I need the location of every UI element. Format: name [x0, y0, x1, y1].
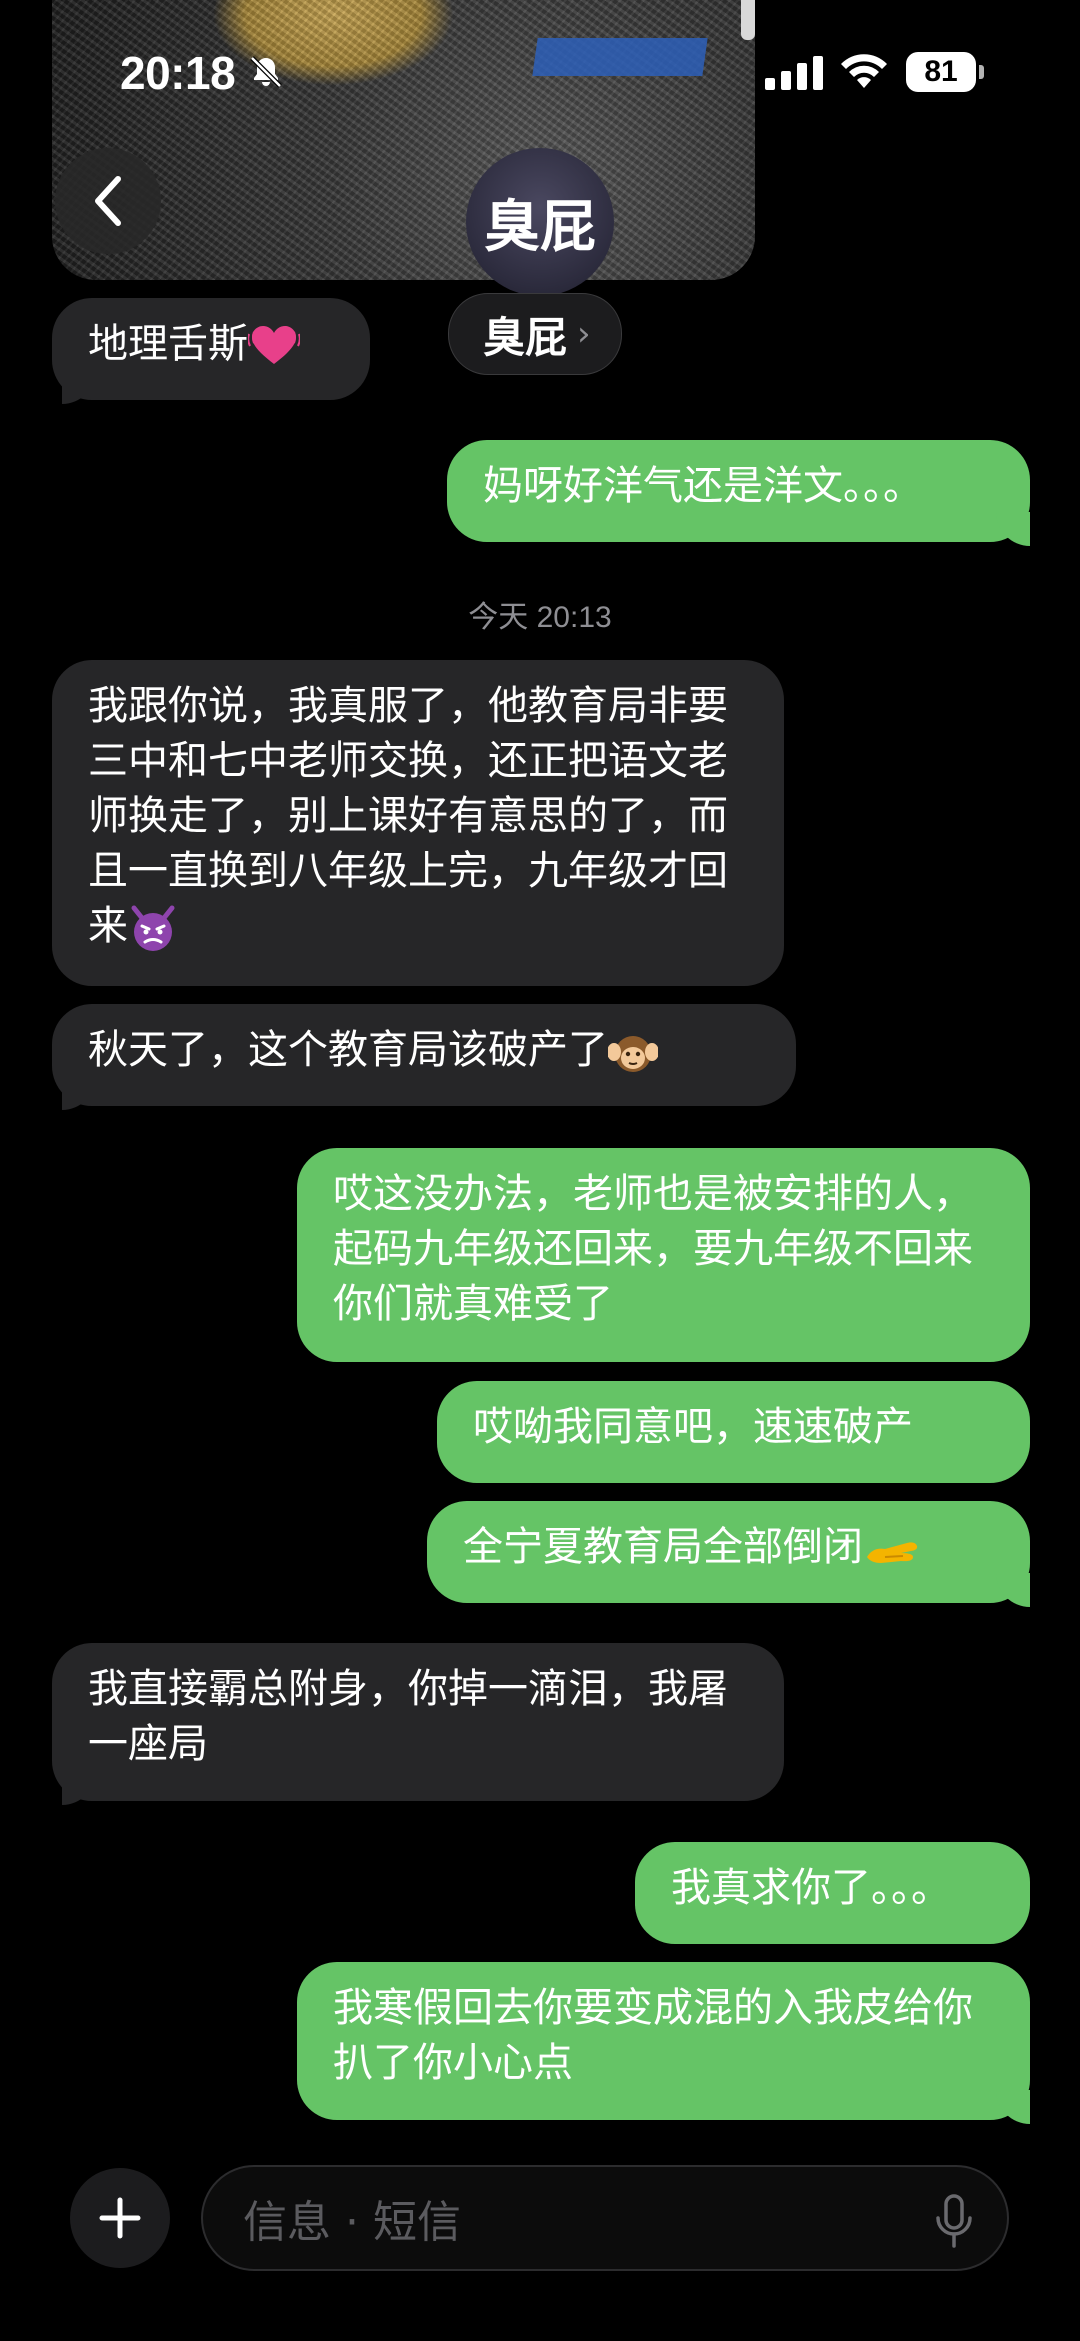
microphone-icon[interactable]	[934, 2194, 974, 2250]
palm-up-hand-emoji-icon	[867, 1542, 918, 1563]
hear-no-evil-monkey-emoji-icon	[608, 1036, 658, 1072]
battery-nub	[979, 65, 984, 79]
chevron-left-icon	[95, 176, 121, 226]
contact-name-button[interactable]: 臭屁 ›	[448, 293, 622, 375]
message-bubble-incoming[interactable]: 我跟你说，我真服了，他教育局非要三中和七中老师交换，还正把语文老师换走了，别上课…	[52, 660, 784, 986]
heart-emoji-icon	[248, 326, 300, 364]
bubble-tail	[996, 1573, 1030, 1607]
message-text: 我跟你说，我真服了，他教育局非要三中和七中老师交换，还正把语文老师换走了，别上课…	[88, 683, 728, 949]
battery-indicator: 81	[906, 52, 986, 92]
message-bubble-outgoing[interactable]: 哎呦我同意吧，速速破产	[437, 1381, 1030, 1483]
message-text: 全宁夏教育局全部倒闭	[463, 1524, 863, 1570]
contact-avatar[interactable]: 臭屁	[466, 148, 614, 296]
battery-level: 81	[906, 52, 976, 92]
add-attachment-button[interactable]	[70, 2168, 170, 2268]
bubble-tail	[996, 512, 1030, 546]
message-bubble-outgoing[interactable]: 我真求你了。。。	[635, 1842, 1030, 1944]
bubble-tail	[996, 2090, 1030, 2124]
status-bar: 20:18 81	[0, 0, 1080, 140]
message-input[interactable]: 信息 · 短信	[201, 2165, 1009, 2271]
message-text: 我真求你了。。。	[671, 1865, 951, 1911]
conversation-timestamp: 今天 20:13	[468, 601, 612, 634]
plus-icon	[99, 2197, 141, 2239]
message-text: 我寒假回去你要变成混的入我皮给你扒了你小心点	[333, 1985, 973, 2086]
message-text: 我直接霸总附身，你掉一滴泪，我屠一座局	[88, 1666, 728, 1767]
message-text: 妈呀好洋气还是洋文。。。	[483, 463, 923, 509]
message-bubble-outgoing[interactable]: 我寒假回去你要变成混的入我皮给你扒了你小心点	[297, 1962, 1030, 2120]
message-input-placeholder: 信息 · 短信	[243, 2197, 461, 2248]
status-time: 20:18	[120, 47, 236, 99]
message-text: 哎呦我同意吧，速速破产	[473, 1404, 913, 1450]
angry-devil-emoji-icon	[131, 905, 175, 951]
contact-name: 臭屁	[483, 312, 568, 362]
message-text: 地理舌斯	[88, 321, 248, 367]
back-button[interactable]	[55, 148, 161, 254]
message-bubble-incoming[interactable]: 秋天了，这个教育局该破产了	[52, 1004, 796, 1106]
message-text: 秋天了，这个教育局该破产了	[88, 1027, 608, 1073]
message-text: 哎这没办法，老师也是被安排的人，起码九年级还回来，要九年级不回来你们就真难受了	[333, 1171, 973, 1327]
message-bubble-incoming[interactable]: 地理舌斯	[52, 298, 370, 400]
message-bubble-outgoing[interactable]: 全宁夏教育局全部倒闭	[427, 1501, 1030, 1603]
cellular-signal-icon	[765, 56, 823, 90]
wifi-icon	[841, 54, 887, 88]
message-bubble-incoming[interactable]: 我直接霸总附身，你掉一滴泪，我屠一座局	[52, 1643, 784, 1801]
message-bubble-outgoing[interactable]: 妈呀好洋气还是洋文。。。	[447, 440, 1030, 542]
bell-slash-icon	[250, 56, 282, 88]
message-bubble-outgoing[interactable]: 哎这没办法，老师也是被安排的人，起码九年级还回来，要九年级不回来你们就真难受了	[297, 1148, 1030, 1362]
composer-bar: 信息 · 短信	[0, 2160, 1080, 2280]
chevron-right-icon: ›	[577, 314, 591, 354]
